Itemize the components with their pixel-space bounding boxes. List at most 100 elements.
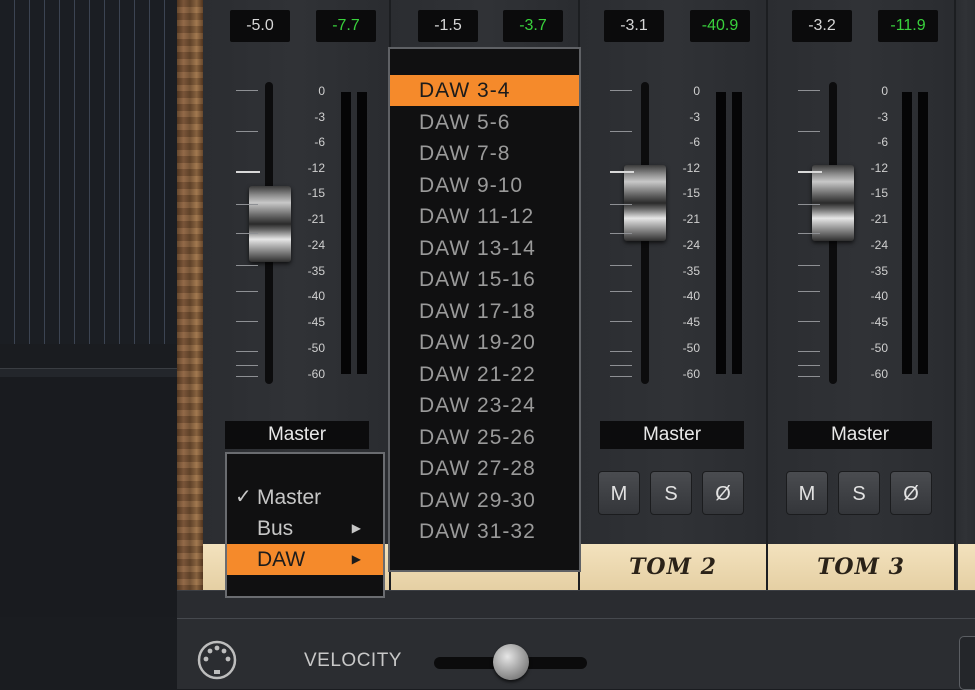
wood-side-panel xyxy=(177,0,203,590)
peak-readout[interactable]: -40.9 xyxy=(690,10,750,42)
scale-label: -24 xyxy=(870,238,888,252)
level-meter-right xyxy=(732,92,742,374)
daw-menu-item[interactable]: DAW 23-24 xyxy=(390,390,579,421)
mute-button[interactable]: M xyxy=(786,471,828,515)
scale-tick xyxy=(798,321,820,322)
scale-label: -6 xyxy=(314,135,325,149)
peak-readout[interactable]: -3.7 xyxy=(503,10,563,42)
scale-label: -35 xyxy=(870,264,888,278)
daw-menu-item-label: DAW 7-8 xyxy=(419,142,511,165)
scale-label: -21 xyxy=(307,212,325,226)
scale-tick xyxy=(798,204,820,205)
volume-fader[interactable] xyxy=(249,186,291,262)
scale-tick xyxy=(236,291,258,292)
daw-menu-item-label: DAW 19-20 xyxy=(419,331,536,354)
daw-menu-item[interactable]: DAW 15-16 xyxy=(390,264,579,295)
level-meter-left xyxy=(902,92,912,374)
menu-item-label: Master xyxy=(257,486,322,509)
menu-item-label: DAW xyxy=(257,548,306,571)
peak-readout[interactable]: -7.7 xyxy=(316,10,376,42)
scale-label: -50 xyxy=(870,341,888,355)
daw-menu-item[interactable]: DAW 25-26 xyxy=(390,422,579,453)
scale-tick xyxy=(236,90,258,91)
daw-menu-item[interactable]: DAW 7-8 xyxy=(390,138,579,169)
scale-label: -60 xyxy=(870,367,888,381)
channel-strip-4: -3.2 -11.9 Master M S Ø TOM 3 0 -3 -6 -12 -1… xyxy=(768,0,956,590)
channel-name-strip[interactable]: TOM 2 xyxy=(580,544,766,590)
daw-menu-item[interactable]: DAW 27-28 xyxy=(390,453,579,484)
daw-menu-item-label: DAW 17-18 xyxy=(419,299,536,323)
output-select[interactable]: Master xyxy=(225,421,369,449)
solo-button[interactable]: S xyxy=(838,471,880,515)
scale-label: -40 xyxy=(870,289,888,303)
daw-menu-item-label: DAW 15-16 xyxy=(419,268,536,291)
daw-menu-item[interactable]: DAW 11-12 xyxy=(390,201,579,232)
scale-label: -15 xyxy=(307,186,325,200)
volume-readout[interactable]: -1.5 xyxy=(418,10,478,42)
daw-menu-item[interactable]: DAW 9-10 xyxy=(390,170,579,201)
daw-menu-item[interactable]: DAW 19-20 xyxy=(390,327,579,358)
scale-label: -6 xyxy=(689,135,700,149)
scale-tick xyxy=(610,131,632,132)
menu-item-label: Bus xyxy=(257,517,294,540)
daw-menu-item[interactable]: DAW 31-32 xyxy=(390,516,579,547)
scale-label: -50 xyxy=(307,341,325,355)
submenu-arrow-icon: ▶ xyxy=(351,552,361,566)
menu-item-bus[interactable]: Bus ▶ xyxy=(227,513,383,544)
scale-tick xyxy=(610,376,632,377)
channel-strip-3: -3.1 -40.9 Master M S Ø TOM 2 0 -3 -6 -12 -1… xyxy=(580,0,768,590)
scale-label: -24 xyxy=(682,238,700,252)
volume-readout[interactable]: -3.1 xyxy=(604,10,664,42)
midi-connector-icon[interactable] xyxy=(197,640,237,680)
scale-tick xyxy=(610,171,634,173)
daw-menu-item[interactable]: DAW 3-4 xyxy=(390,75,579,106)
daw-menu-item[interactable]: DAW 13-14 xyxy=(390,233,579,264)
phase-invert-button[interactable]: Ø xyxy=(702,471,744,515)
solo-button[interactable]: S xyxy=(650,471,692,515)
scale-tick xyxy=(610,204,632,205)
volume-readout[interactable]: -5.0 xyxy=(230,10,290,42)
menu-item-daw[interactable]: DAW ▶ xyxy=(227,544,383,575)
scale-label: -45 xyxy=(307,315,325,329)
scale-label: -45 xyxy=(682,315,700,329)
scale-label: -21 xyxy=(682,212,700,226)
scale-tick xyxy=(610,365,632,366)
checkmark-icon: ✓ xyxy=(235,486,252,508)
mute-button[interactable]: M xyxy=(598,471,640,515)
output-select[interactable]: Master xyxy=(788,421,932,449)
daw-menu-item[interactable]: DAW 17-18 xyxy=(390,296,579,327)
velocity-slider-knob[interactable] xyxy=(492,644,529,680)
scale-label: -3 xyxy=(689,110,700,124)
toolbar-button-partial[interactable] xyxy=(959,636,975,690)
menu-item-master[interactable]: ✓ Master xyxy=(227,482,383,513)
daw-menu-item[interactable]: DAW 21-22 xyxy=(390,359,579,390)
submenu-arrow-icon: ▶ xyxy=(351,521,361,535)
daw-menu-item-label: DAW 9-10 xyxy=(419,173,524,197)
scale-label: -50 xyxy=(682,341,700,355)
bottom-toolbar xyxy=(177,618,975,689)
scale-label: -12 xyxy=(870,161,888,175)
scale-tick xyxy=(236,376,258,377)
peak-readout[interactable]: -11.9 xyxy=(878,10,938,42)
scale-label: -24 xyxy=(307,238,325,252)
scale-tick xyxy=(610,351,632,352)
channel-name-strip[interactable] xyxy=(958,544,975,590)
volume-readout[interactable]: -3.2 xyxy=(792,10,852,42)
scale-tick xyxy=(798,233,820,234)
daw-menu-item-label: DAW 21-22 xyxy=(419,362,536,386)
scale-tick xyxy=(236,365,258,366)
volume-fader[interactable] xyxy=(812,165,854,241)
daw-menu-item-label: DAW 3-4 xyxy=(419,79,511,102)
output-menu: ✓ Master Bus ▶ DAW ▶ xyxy=(225,452,385,598)
scale-label: -60 xyxy=(307,367,325,381)
output-select[interactable]: Master xyxy=(600,421,744,449)
level-meter-left xyxy=(341,92,351,374)
channel-name-strip[interactable]: TOM 3 xyxy=(768,544,954,590)
daw-menu-item[interactable]: DAW 29-30 xyxy=(390,485,579,516)
daw-menu-item[interactable]: DAW 5-6 xyxy=(390,107,579,138)
phase-invert-button[interactable]: Ø xyxy=(890,471,932,515)
scale-label: -60 xyxy=(682,367,700,381)
volume-fader[interactable] xyxy=(624,165,666,241)
scale-label: -45 xyxy=(870,315,888,329)
scale-tick xyxy=(236,351,258,352)
